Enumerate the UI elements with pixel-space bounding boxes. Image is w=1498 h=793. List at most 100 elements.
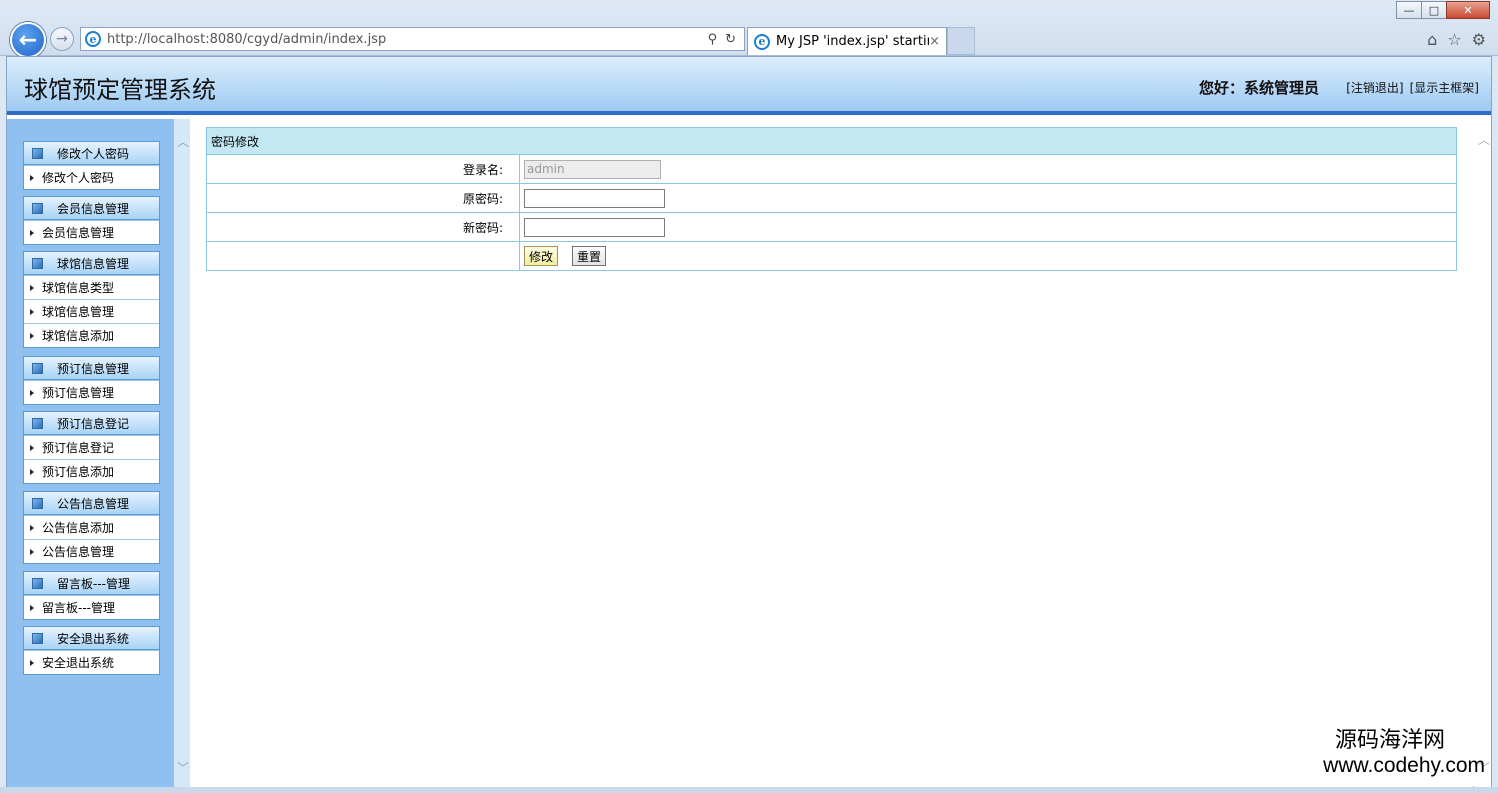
sidebar-item-safe-logout[interactable]: 安全退出系统 (24, 650, 159, 674)
sidebar-scrollbar[interactable]: ︿ ﹀ (174, 119, 190, 788)
old-password-label: 原密码: (207, 184, 520, 212)
sidebar-item-venue-add[interactable]: 球馆信息添加 (24, 323, 159, 347)
menu-group-venues: 球馆信息管理 球馆信息类型 球馆信息管理 球馆信息添加 (23, 251, 160, 348)
empty-label-cell (207, 242, 520, 270)
maximize-button[interactable]: □ (1421, 1, 1447, 19)
content-scrollbar[interactable]: ︿ ﹀ (1474, 119, 1491, 788)
chevron-down-icon[interactable]: ﹀ (177, 759, 189, 776)
menu-item-label: 公告信息管理 (42, 545, 115, 559)
user-greeting: 您好：系统管理员 (1198, 79, 1319, 97)
sidebar-item-venue-manage[interactable]: 球馆信息管理 (24, 299, 159, 323)
form-row-login: 登录名: (207, 155, 1456, 184)
sidebar-item-guestbook-manage[interactable]: 留言板---管理 (24, 595, 159, 619)
menu-group-header[interactable]: 公告信息管理 (24, 492, 159, 515)
logout-link[interactable]: [注销退出] (1346, 79, 1403, 96)
menu-item-label: 球馆信息类型 (42, 281, 115, 295)
menu-group-header[interactable]: 留言板---管理 (24, 572, 159, 595)
menu-group-header[interactable]: 修改个人密码 (24, 142, 159, 165)
menu-item-label: 会员信息管理 (42, 226, 115, 240)
sidebar-item-booking-register[interactable]: 预订信息登记 (24, 435, 159, 459)
close-window-button[interactable]: ✕ (1446, 1, 1490, 19)
menu-group-header[interactable]: 会员信息管理 (24, 197, 159, 220)
menu-group-header[interactable]: 预订信息登记 (24, 412, 159, 435)
sidebar-item-member-manage[interactable]: 会员信息管理 (24, 220, 159, 244)
sidebar-item-booking-manage[interactable]: 预订信息管理 (24, 380, 159, 404)
url-path: :8080/cgyd/admin/index.jsp (205, 31, 387, 47)
settings-gear-icon[interactable]: ⚙ (1472, 30, 1486, 49)
triangle-right-icon (30, 332, 34, 339)
window-controls: — □ ✕ (1396, 1, 1490, 19)
menu-square-icon (32, 202, 43, 214)
reset-button[interactable]: 重置 (572, 246, 607, 266)
login-label: 登录名: (207, 155, 520, 183)
triangle-right-icon (30, 174, 34, 181)
menu-item-label: 球馆信息添加 (42, 329, 115, 343)
address-bar[interactable]: e http://localhost:8080/cgyd/admin/index… (80, 27, 745, 51)
refresh-icon[interactable]: ↻ (725, 32, 736, 47)
forward-button[interactable]: → (50, 27, 74, 51)
tab-close-icon[interactable]: × (929, 34, 940, 49)
menu-group-title: 公告信息管理 (57, 496, 130, 511)
menu-item-label: 预订信息管理 (42, 386, 115, 400)
address-tools: ⚲ ↻ (708, 32, 736, 47)
menu-group-logout: 安全退出系统 安全退出系统 (23, 626, 160, 675)
submit-button[interactable]: 修改 (524, 246, 559, 266)
form-row-new-password: 新密码: (207, 213, 1456, 242)
menu-group-title: 安全退出系统 (57, 631, 130, 646)
old-password-input[interactable] (524, 188, 665, 208)
browser-tab[interactable]: e My JSP 'index.jsp' startin... × (747, 27, 947, 55)
new-password-input[interactable] (524, 217, 665, 237)
tab-ie-icon: e (754, 33, 770, 50)
sidebar-item-venue-types[interactable]: 球馆信息类型 (24, 275, 159, 299)
minimize-button[interactable]: — (1396, 1, 1422, 19)
address-url[interactable]: http://localhost:8080/cgyd/admin/index.j… (107, 32, 708, 47)
menu-group-header[interactable]: 预订信息管理 (24, 357, 159, 380)
menu-group-title: 预订信息管理 (57, 361, 130, 376)
back-button[interactable]: ← (10, 22, 46, 58)
menu-item-label: 安全退出系统 (42, 656, 115, 670)
home-icon[interactable]: ⌂ (1427, 30, 1437, 49)
search-icon[interactable]: ⚲ (708, 32, 718, 47)
triangle-right-icon (30, 468, 34, 475)
password-form-panel: 密码修改 登录名: 原密码: 新密码: 修改 重置 (206, 127, 1457, 271)
watermark: 源码海洋网 www.codehy.com (1323, 722, 1485, 778)
menu-group-title: 球馆信息管理 (57, 256, 130, 271)
url-host: http://localhost (107, 31, 206, 47)
chevron-up-icon[interactable]: ︿ (1478, 131, 1490, 148)
menu-group-header[interactable]: 安全退出系统 (24, 627, 159, 650)
menu-group-title: 会员信息管理 (57, 201, 130, 216)
menu-square-icon (32, 147, 43, 159)
sidebar-item-notice-manage[interactable]: 公告信息管理 (24, 539, 159, 563)
menu-item-label: 修改个人密码 (42, 171, 115, 185)
page-viewport: 球馆预定管理系统 您好：系统管理员 [注销退出] [显示主框架] 修改个人密码 … (6, 56, 1492, 788)
triangle-right-icon (30, 659, 34, 666)
menu-group-title: 修改个人密码 (57, 146, 130, 161)
sidebar-item-booking-add[interactable]: 预订信息添加 (24, 459, 159, 483)
chevron-up-icon[interactable]: ︿ (177, 133, 189, 150)
sidebar-item-notice-add[interactable]: 公告信息添加 (24, 515, 159, 539)
show-frame-link[interactable]: [显示主框架] (1410, 79, 1479, 96)
triangle-right-icon (30, 308, 34, 315)
new-tab-button[interactable] (947, 27, 975, 55)
menu-square-icon (32, 417, 43, 429)
ie-page-icon: e (85, 31, 101, 47)
login-name-field (524, 159, 661, 179)
browser-toolbar-right: ⌂ ☆ ⚙ (1427, 30, 1486, 49)
watermark-cn: 源码海洋网 (1334, 728, 1445, 753)
menu-square-icon (32, 497, 43, 509)
menu-group-title: 留言板---管理 (57, 576, 130, 591)
sidebar-item-change-password[interactable]: 修改个人密码 (24, 165, 159, 189)
tab-title: My JSP 'index.jsp' startin... (776, 34, 929, 49)
back-arrow-icon: ← (18, 27, 38, 53)
menu-square-icon (32, 632, 43, 644)
menu-item-label: 公告信息添加 (42, 521, 115, 535)
menu-group-header[interactable]: 球馆信息管理 (24, 252, 159, 275)
triangle-right-icon (30, 444, 34, 451)
favorites-star-icon[interactable]: ☆ (1447, 30, 1461, 49)
menu-square-icon (32, 362, 43, 374)
triangle-right-icon (30, 284, 34, 291)
menu-group-bookings: 预订信息管理 预订信息管理 (23, 356, 160, 405)
menu-group-members: 会员信息管理 会员信息管理 (23, 196, 160, 245)
sidebar: 修改个人密码 修改个人密码 会员信息管理 会员信息管理 球馆信息管理 球馆信息类… (7, 119, 174, 788)
menu-item-label: 预订信息登记 (42, 441, 115, 455)
